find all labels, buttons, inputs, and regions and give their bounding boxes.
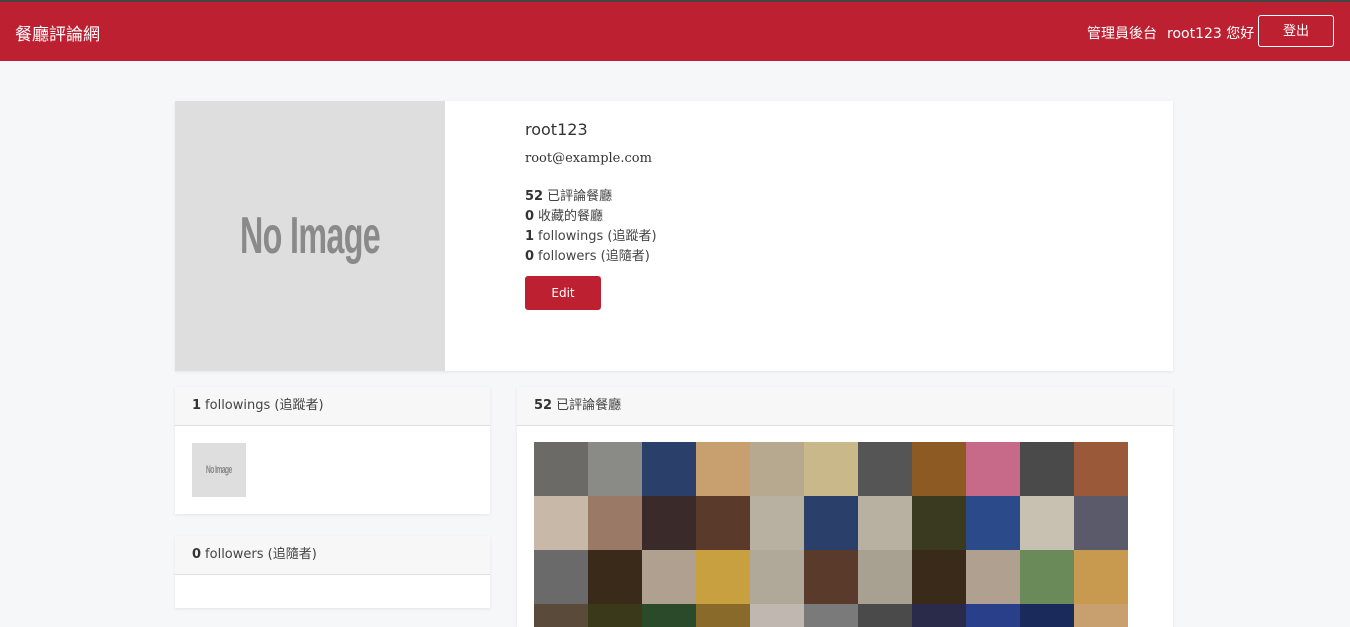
restaurant-thumbnail[interactable] — [912, 604, 966, 627]
navbar: 餐廳評論網 管理員後台 root123 您好 登出 — [0, 0, 1350, 61]
no-image-placeholder: No Image — [239, 207, 381, 265]
restaurant-thumbnail[interactable] — [912, 496, 966, 550]
commented-label: 已評論餐廳 — [556, 398, 622, 413]
restaurant-thumbnail[interactable] — [642, 550, 696, 604]
restaurant-thumbnail[interactable] — [588, 604, 642, 627]
followings-label: followings (追蹤者) — [205, 398, 324, 413]
restaurant-thumbnail[interactable] — [966, 442, 1020, 496]
commented-restaurants-panel: 52 已評論餐廳 — [517, 387, 1173, 627]
restaurant-thumbnail[interactable] — [1074, 496, 1128, 550]
restaurant-thumbnail[interactable] — [858, 550, 912, 604]
restaurant-thumbnail[interactable] — [1020, 496, 1074, 550]
restaurant-thumbnail[interactable] — [1074, 550, 1128, 604]
user-greeting: root123 您好 — [1167, 26, 1255, 42]
stat-label: 收藏的餐廳 — [538, 209, 604, 224]
restaurant-thumbnail[interactable] — [534, 496, 588, 550]
restaurant-thumbnail[interactable] — [1020, 442, 1074, 496]
restaurant-thumbnail[interactable] — [588, 550, 642, 604]
restaurant-thumbnail[interactable] — [696, 550, 750, 604]
stat-followings: 1 followings (追蹤者) — [525, 225, 657, 244]
stat-count: 0 — [525, 249, 535, 264]
profile-avatar: No Image — [175, 101, 445, 371]
restaurant-thumbnail[interactable] — [534, 442, 588, 496]
admin-link[interactable]: 管理員後台 — [1087, 23, 1157, 43]
restaurant-thumbnail[interactable] — [642, 496, 696, 550]
restaurant-thumbnail[interactable] — [858, 604, 912, 627]
stat-count: 1 — [525, 229, 535, 244]
restaurant-thumbnail[interactable] — [750, 604, 804, 627]
following-user-avatar[interactable]: No Image — [192, 443, 246, 497]
restaurant-thumbnail[interactable] — [966, 550, 1020, 604]
stat-favorited-restaurants: 0 收藏的餐廳 — [525, 205, 603, 224]
restaurant-thumbnail[interactable] — [588, 442, 642, 496]
edit-profile-button[interactable]: Edit — [525, 276, 601, 310]
restaurant-thumbnail[interactable] — [804, 604, 858, 627]
stat-label: followings (追蹤者) — [538, 229, 657, 244]
restaurant-thumbnail[interactable] — [534, 604, 588, 627]
restaurant-thumbnail[interactable] — [1074, 604, 1128, 627]
followings-panel-header: 1 followings (追蹤者) — [175, 387, 490, 426]
restaurant-thumbnail[interactable] — [1074, 442, 1128, 496]
restaurant-thumbnail[interactable] — [1020, 550, 1074, 604]
restaurant-thumbnail[interactable] — [750, 496, 804, 550]
restaurant-thumbnail[interactable] — [858, 496, 912, 550]
commented-restaurants-header: 52 已評論餐廳 — [517, 387, 1173, 426]
restaurant-thumbnail[interactable] — [858, 442, 912, 496]
stat-followers: 0 followers (追隨者) — [525, 245, 650, 264]
restaurant-thumbnail[interactable] — [696, 496, 750, 550]
restaurant-thumbnail[interactable] — [696, 442, 750, 496]
restaurant-thumbnail[interactable] — [588, 496, 642, 550]
restaurant-thumbnail[interactable] — [642, 604, 696, 627]
restaurant-thumbnail[interactable] — [912, 442, 966, 496]
commented-count: 52 — [534, 398, 553, 413]
logout-button[interactable]: 登出 — [1258, 15, 1334, 47]
restaurant-thumbnail[interactable] — [1020, 604, 1074, 627]
stat-label: followers (追隨者) — [538, 249, 650, 264]
stat-count: 0 — [525, 209, 535, 224]
restaurant-thumbnail[interactable] — [642, 442, 696, 496]
stat-label: 已評論餐廳 — [547, 189, 613, 204]
stat-count: 52 — [525, 189, 544, 204]
restaurant-thumbnail[interactable] — [966, 496, 1020, 550]
followers-panel-header: 0 followers (追隨者) — [175, 536, 490, 575]
no-image-placeholder: No Image — [206, 464, 232, 476]
restaurant-thumbnail[interactable] — [534, 550, 588, 604]
restaurant-thumbnail-grid — [534, 442, 1128, 627]
brand-link[interactable]: 餐廳評論網 — [15, 20, 100, 45]
restaurant-thumbnail[interactable] — [912, 550, 966, 604]
profile-name: root123 — [525, 120, 588, 139]
profile-email: root@example.com — [525, 151, 652, 166]
restaurant-thumbnail[interactable] — [804, 550, 858, 604]
followers-count: 0 — [192, 547, 202, 562]
followers-panel: 0 followers (追隨者) — [175, 536, 490, 608]
restaurant-thumbnail[interactable] — [804, 442, 858, 496]
followers-label: followers (追隨者) — [205, 547, 317, 562]
restaurant-thumbnail[interactable] — [750, 550, 804, 604]
followings-panel: 1 followings (追蹤者) No Image — [175, 387, 490, 514]
stat-commented-restaurants: 52 已評論餐廳 — [525, 185, 612, 204]
restaurant-thumbnail[interactable] — [966, 604, 1020, 627]
restaurant-thumbnail[interactable] — [750, 442, 804, 496]
followings-count: 1 — [192, 398, 202, 413]
profile-card: No Image root123 root@example.com 52 已評論餐… — [175, 101, 1173, 371]
restaurant-thumbnail[interactable] — [696, 604, 750, 627]
restaurant-thumbnail[interactable] — [804, 496, 858, 550]
